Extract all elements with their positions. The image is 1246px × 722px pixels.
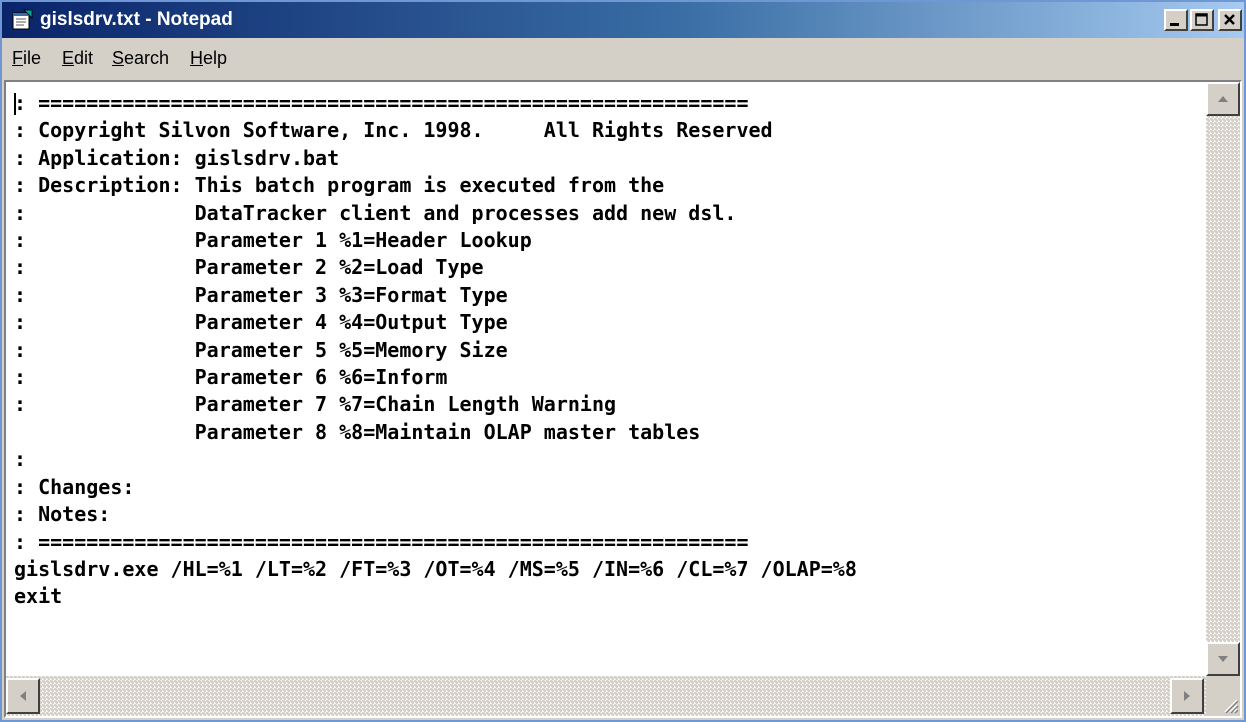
menu-help-accelerator: H — [190, 48, 203, 68]
menu-help-label: elp — [203, 48, 228, 68]
menu-bar: File Edit Search Help — [2, 38, 1244, 80]
arrow-left-icon — [20, 691, 26, 701]
resize-grip[interactable] — [1206, 676, 1240, 716]
arrow-down-icon — [1218, 656, 1228, 662]
maximize-icon — [1195, 13, 1208, 26]
document-text[interactable]: : ======================================… — [8, 84, 1206, 611]
arrow-right-icon — [1184, 691, 1190, 701]
menu-search[interactable]: Search — [112, 46, 169, 70]
menu-edit[interactable]: Edit — [62, 46, 93, 70]
close-button[interactable] — [1218, 9, 1242, 31]
scroll-left-button[interactable] — [6, 678, 40, 714]
editor-frame: : ======================================… — [4, 80, 1242, 718]
close-icon — [1224, 14, 1235, 25]
text-caret — [14, 93, 16, 115]
menu-file-label: ile — [23, 48, 42, 68]
horizontal-scrollbar[interactable] — [6, 676, 1206, 716]
vertical-scrollbar[interactable] — [1206, 82, 1240, 676]
menu-file-accelerator: F — [12, 48, 23, 68]
arrow-up-icon — [1218, 96, 1228, 102]
menu-search-label: earch — [124, 48, 170, 68]
notepad-icon[interactable] — [10, 8, 34, 32]
menu-edit-label: dit — [74, 48, 94, 68]
scroll-up-button[interactable] — [1206, 82, 1240, 116]
minimize-icon — [1170, 23, 1179, 26]
scroll-right-button[interactable] — [1170, 678, 1204, 714]
maximize-button[interactable] — [1190, 9, 1214, 31]
menu-file[interactable]: File — [12, 46, 41, 70]
text-editor[interactable]: : ======================================… — [8, 84, 1206, 676]
notepad-window: gislsdrv.txt - Notepad File Edit Search … — [0, 0, 1246, 722]
minimize-button[interactable] — [1164, 9, 1188, 31]
size-grip-icon — [1224, 699, 1239, 714]
title-bar[interactable]: gislsdrv.txt - Notepad — [2, 2, 1244, 38]
scroll-down-button[interactable] — [1206, 642, 1240, 676]
menu-search-accelerator: S — [112, 48, 125, 68]
menu-help[interactable]: Help — [190, 46, 227, 70]
window-title: gislsdrv.txt - Notepad — [40, 9, 233, 30]
menu-edit-accelerator: E — [62, 48, 75, 68]
